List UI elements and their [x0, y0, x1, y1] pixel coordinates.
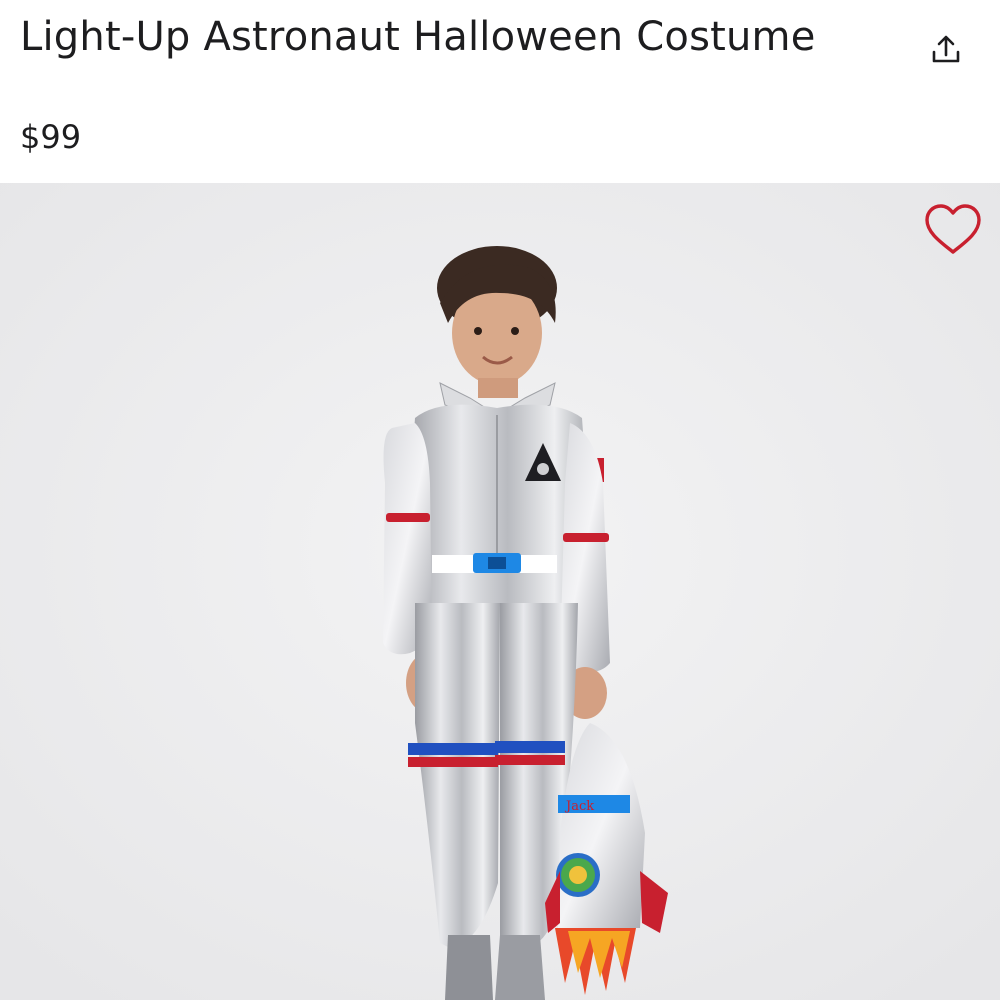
product-price: $99: [20, 118, 82, 156]
heart-icon: [925, 204, 981, 254]
rocket-name-label: Jack: [564, 799, 594, 814]
share-icon: [932, 35, 960, 63]
product-image[interactable]: Jack: [0, 183, 1000, 1000]
product-title: Light-Up Astronaut Halloween Costume: [20, 14, 816, 60]
product-header: Light-Up Astronaut Halloween Costume $99: [0, 0, 1000, 183]
product-photo: Jack: [0, 183, 1000, 1000]
share-button[interactable]: [922, 26, 970, 74]
favorite-button[interactable]: [920, 200, 986, 260]
